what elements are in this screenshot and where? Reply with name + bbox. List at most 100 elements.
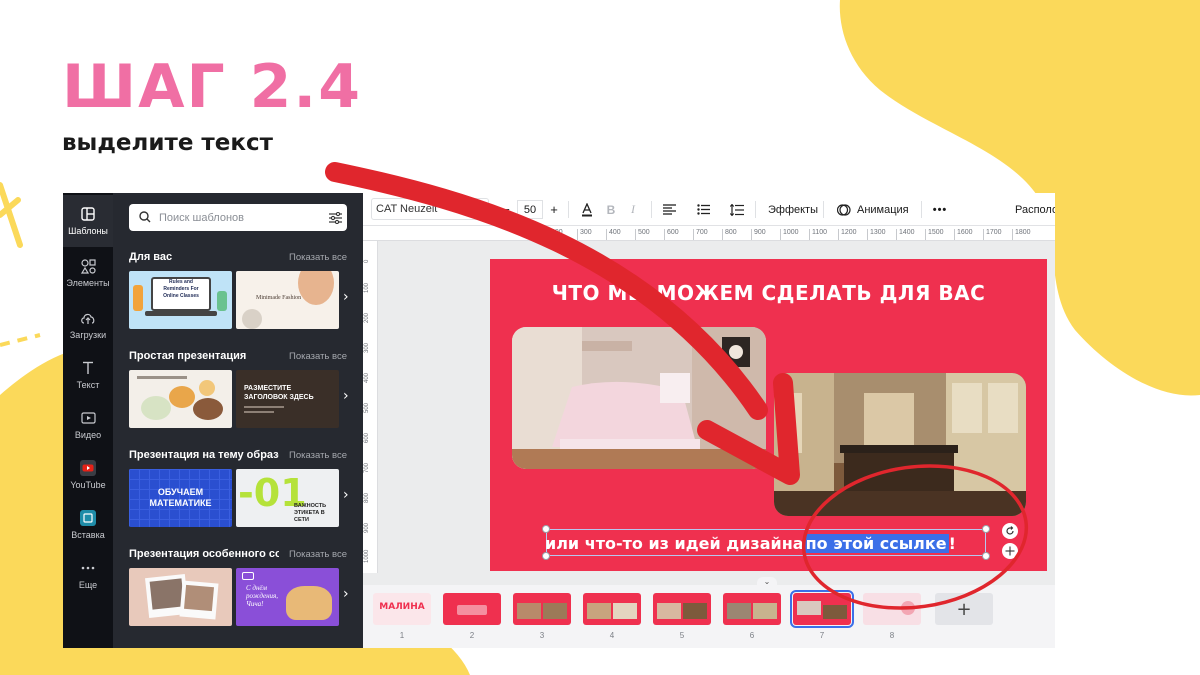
page-number: 3	[539, 631, 545, 640]
section-education-presentation: Презентация на тему образо... Показать в…	[129, 447, 349, 527]
rail-item-uploads[interactable]: Загрузки	[63, 299, 113, 351]
text-color-icon[interactable]	[579, 193, 595, 226]
italic-icon[interactable]: I	[626, 193, 640, 226]
rail-label: YouTube	[70, 480, 106, 490]
move-handle-icon[interactable]	[1002, 543, 1018, 559]
template-thumb[interactable]	[129, 568, 232, 626]
ruler-tick: 600	[364, 432, 370, 443]
chevron-right-icon[interactable]: ›	[343, 487, 357, 507]
align-left-icon[interactable]	[661, 193, 677, 226]
font-family-select[interactable]: CAT Neuzeit	[371, 198, 489, 220]
template-thumb[interactable]: Rules and Reminders For Online Classes	[129, 271, 232, 329]
template-search[interactable]: Поиск шаблонов	[129, 204, 347, 231]
slide-title[interactable]: ЧТО МЫ МОЖЕМ СДЕЛАТЬ ДЛЯ ВАС	[490, 281, 1047, 305]
resize-handle[interactable]	[982, 525, 990, 533]
caption-selected-text[interactable]: по этой ссылке	[803, 533, 949, 553]
font-size-input[interactable]: 50	[517, 200, 543, 219]
rail-item-youtube[interactable]: YouTube	[63, 449, 113, 501]
template-thumb[interactable]: Minimade Fashion	[236, 271, 339, 329]
template-thumb[interactable]: РАЗМЕСТИТЕ ЗАГОЛОВОК ЗДЕСЬ	[236, 370, 339, 428]
bold-icon[interactable]: B	[604, 193, 618, 226]
thumb-text: Reminders For	[163, 286, 199, 292]
template-thumb[interactable]: -01 ВАЖНОСТЬ ЭТИКЕТА В СЕТИ	[236, 469, 339, 527]
slide-canvas[interactable]: ЧТО МЫ МОЖЕМ СДЕЛАТЬ ДЛЯ ВАС или что-то …	[490, 259, 1047, 571]
chevron-right-icon[interactable]: ›	[343, 289, 357, 309]
show-all-link[interactable]: Показать все	[289, 450, 347, 461]
thumb-text: МАТЕМАТИКЕ	[149, 498, 212, 508]
caption-plain-text[interactable]: или что-то из идей дизайна	[545, 534, 804, 553]
thumb-text: С днём	[246, 584, 268, 592]
more-options-icon[interactable]: •••	[932, 193, 948, 226]
rail-item-more[interactable]: Еще	[63, 549, 113, 601]
animation-icon	[836, 193, 852, 226]
ruler-tick: 1600	[954, 229, 973, 240]
video-icon	[80, 410, 96, 426]
template-thumb[interactable]: ОБУЧАЕМ МАТЕМАТИКЕ	[129, 469, 232, 527]
ruler-tick: 1000	[780, 229, 799, 240]
resize-handle[interactable]	[982, 552, 990, 560]
page-thumb[interactable]	[863, 593, 921, 625]
youtube-icon	[80, 460, 96, 476]
line-spacing-icon[interactable]	[729, 193, 745, 226]
rail-item-templates[interactable]: Шаблоны	[63, 195, 113, 247]
ruler-tick: 1300	[867, 229, 886, 240]
caption-end-text[interactable]: !	[949, 534, 956, 553]
text-icon	[80, 360, 96, 376]
ruler-tick: 400	[364, 372, 370, 383]
position-button[interactable]: Располо	[1015, 193, 1055, 226]
chevron-down-icon[interactable]: ⌄	[757, 577, 777, 587]
page-thumb[interactable]	[513, 593, 571, 625]
elements-icon	[80, 258, 96, 274]
show-all-link[interactable]: Показать все	[289, 549, 347, 560]
ruler-tick: 1400	[896, 229, 915, 240]
editor-window: Шаблоны Элементы Загрузки Текст Видео Yo…	[63, 193, 1055, 648]
horizontal-ruler: 200 300 400 500 600 700 800 900 1000 1100 1200 1300…	[363, 226, 1055, 241]
add-page-button[interactable]: +	[935, 593, 993, 625]
list-icon[interactable]	[695, 193, 711, 226]
rail-item-elements[interactable]: Элементы	[63, 247, 113, 299]
chevron-right-icon[interactable]: ›	[343, 586, 357, 606]
search-input[interactable]: Поиск шаблонов	[159, 212, 323, 224]
template-thumb[interactable]: С днём рождения, Чича!	[236, 568, 339, 626]
page-number: 2	[469, 631, 475, 640]
rail-label: Видео	[74, 430, 102, 440]
template-thumb[interactable]	[129, 370, 232, 428]
thumb-text: ЭТИКЕТА В СЕТИ	[294, 510, 325, 523]
slide-caption-text[interactable]: или что-то из идей дизайна по этой ссылк…	[545, 531, 956, 555]
page-thumb[interactable]	[653, 593, 711, 625]
ruler-tick: 200	[548, 229, 563, 240]
rail-item-video[interactable]: Видео	[63, 399, 113, 451]
show-all-link[interactable]: Показать все	[289, 252, 347, 263]
ruler-tick: 700	[364, 462, 370, 473]
page-thumb-active[interactable]	[790, 590, 854, 628]
page-number: 6	[749, 631, 755, 640]
rotate-handle-icon[interactable]	[1002, 523, 1018, 539]
page-thumb[interactable]: МАЛИНА	[373, 593, 431, 625]
step-subtitle: выделите текст	[62, 130, 273, 156]
ruler-tick: 500	[635, 229, 650, 240]
vertical-ruler: 0 100 200 300 400 500 600 700 800 900 1000	[363, 241, 378, 573]
effects-button[interactable]: Эффекты	[768, 193, 818, 226]
thumb-text: Minimade Fashion	[256, 295, 302, 301]
chevron-right-icon[interactable]: ›	[343, 388, 357, 408]
filter-sliders-icon[interactable]	[323, 211, 347, 224]
page-number: 7	[819, 631, 825, 640]
embed-icon	[80, 510, 96, 526]
animation-button[interactable]: Анимация	[857, 193, 909, 226]
decrease-font-size-button[interactable]: −	[499, 193, 513, 226]
rail-item-text[interactable]: Текст	[63, 349, 113, 401]
page-thumb[interactable]	[583, 593, 641, 625]
show-all-link[interactable]: Показать все	[289, 351, 347, 362]
rail-item-embed[interactable]: Вставка	[63, 499, 113, 551]
more-dots-icon	[80, 560, 96, 576]
page-thumb[interactable]	[723, 593, 781, 625]
editor-toolbar: CAT Neuzeit − 50 + B I Эффекты Анимация …	[363, 193, 1055, 226]
page-thumb[interactable]	[443, 593, 501, 625]
thumb-text: Rules and	[169, 279, 193, 285]
ruler-tick: 1200	[838, 229, 857, 240]
section-for-you: Для вас Показать все Rules and Reminders…	[129, 249, 349, 329]
side-rail: Шаблоны Элементы Загрузки Текст Видео Yo…	[63, 193, 113, 648]
kitchen-photo[interactable]	[774, 373, 1026, 516]
bedroom-photo[interactable]	[512, 327, 766, 469]
increase-font-size-button[interactable]: +	[547, 193, 561, 226]
